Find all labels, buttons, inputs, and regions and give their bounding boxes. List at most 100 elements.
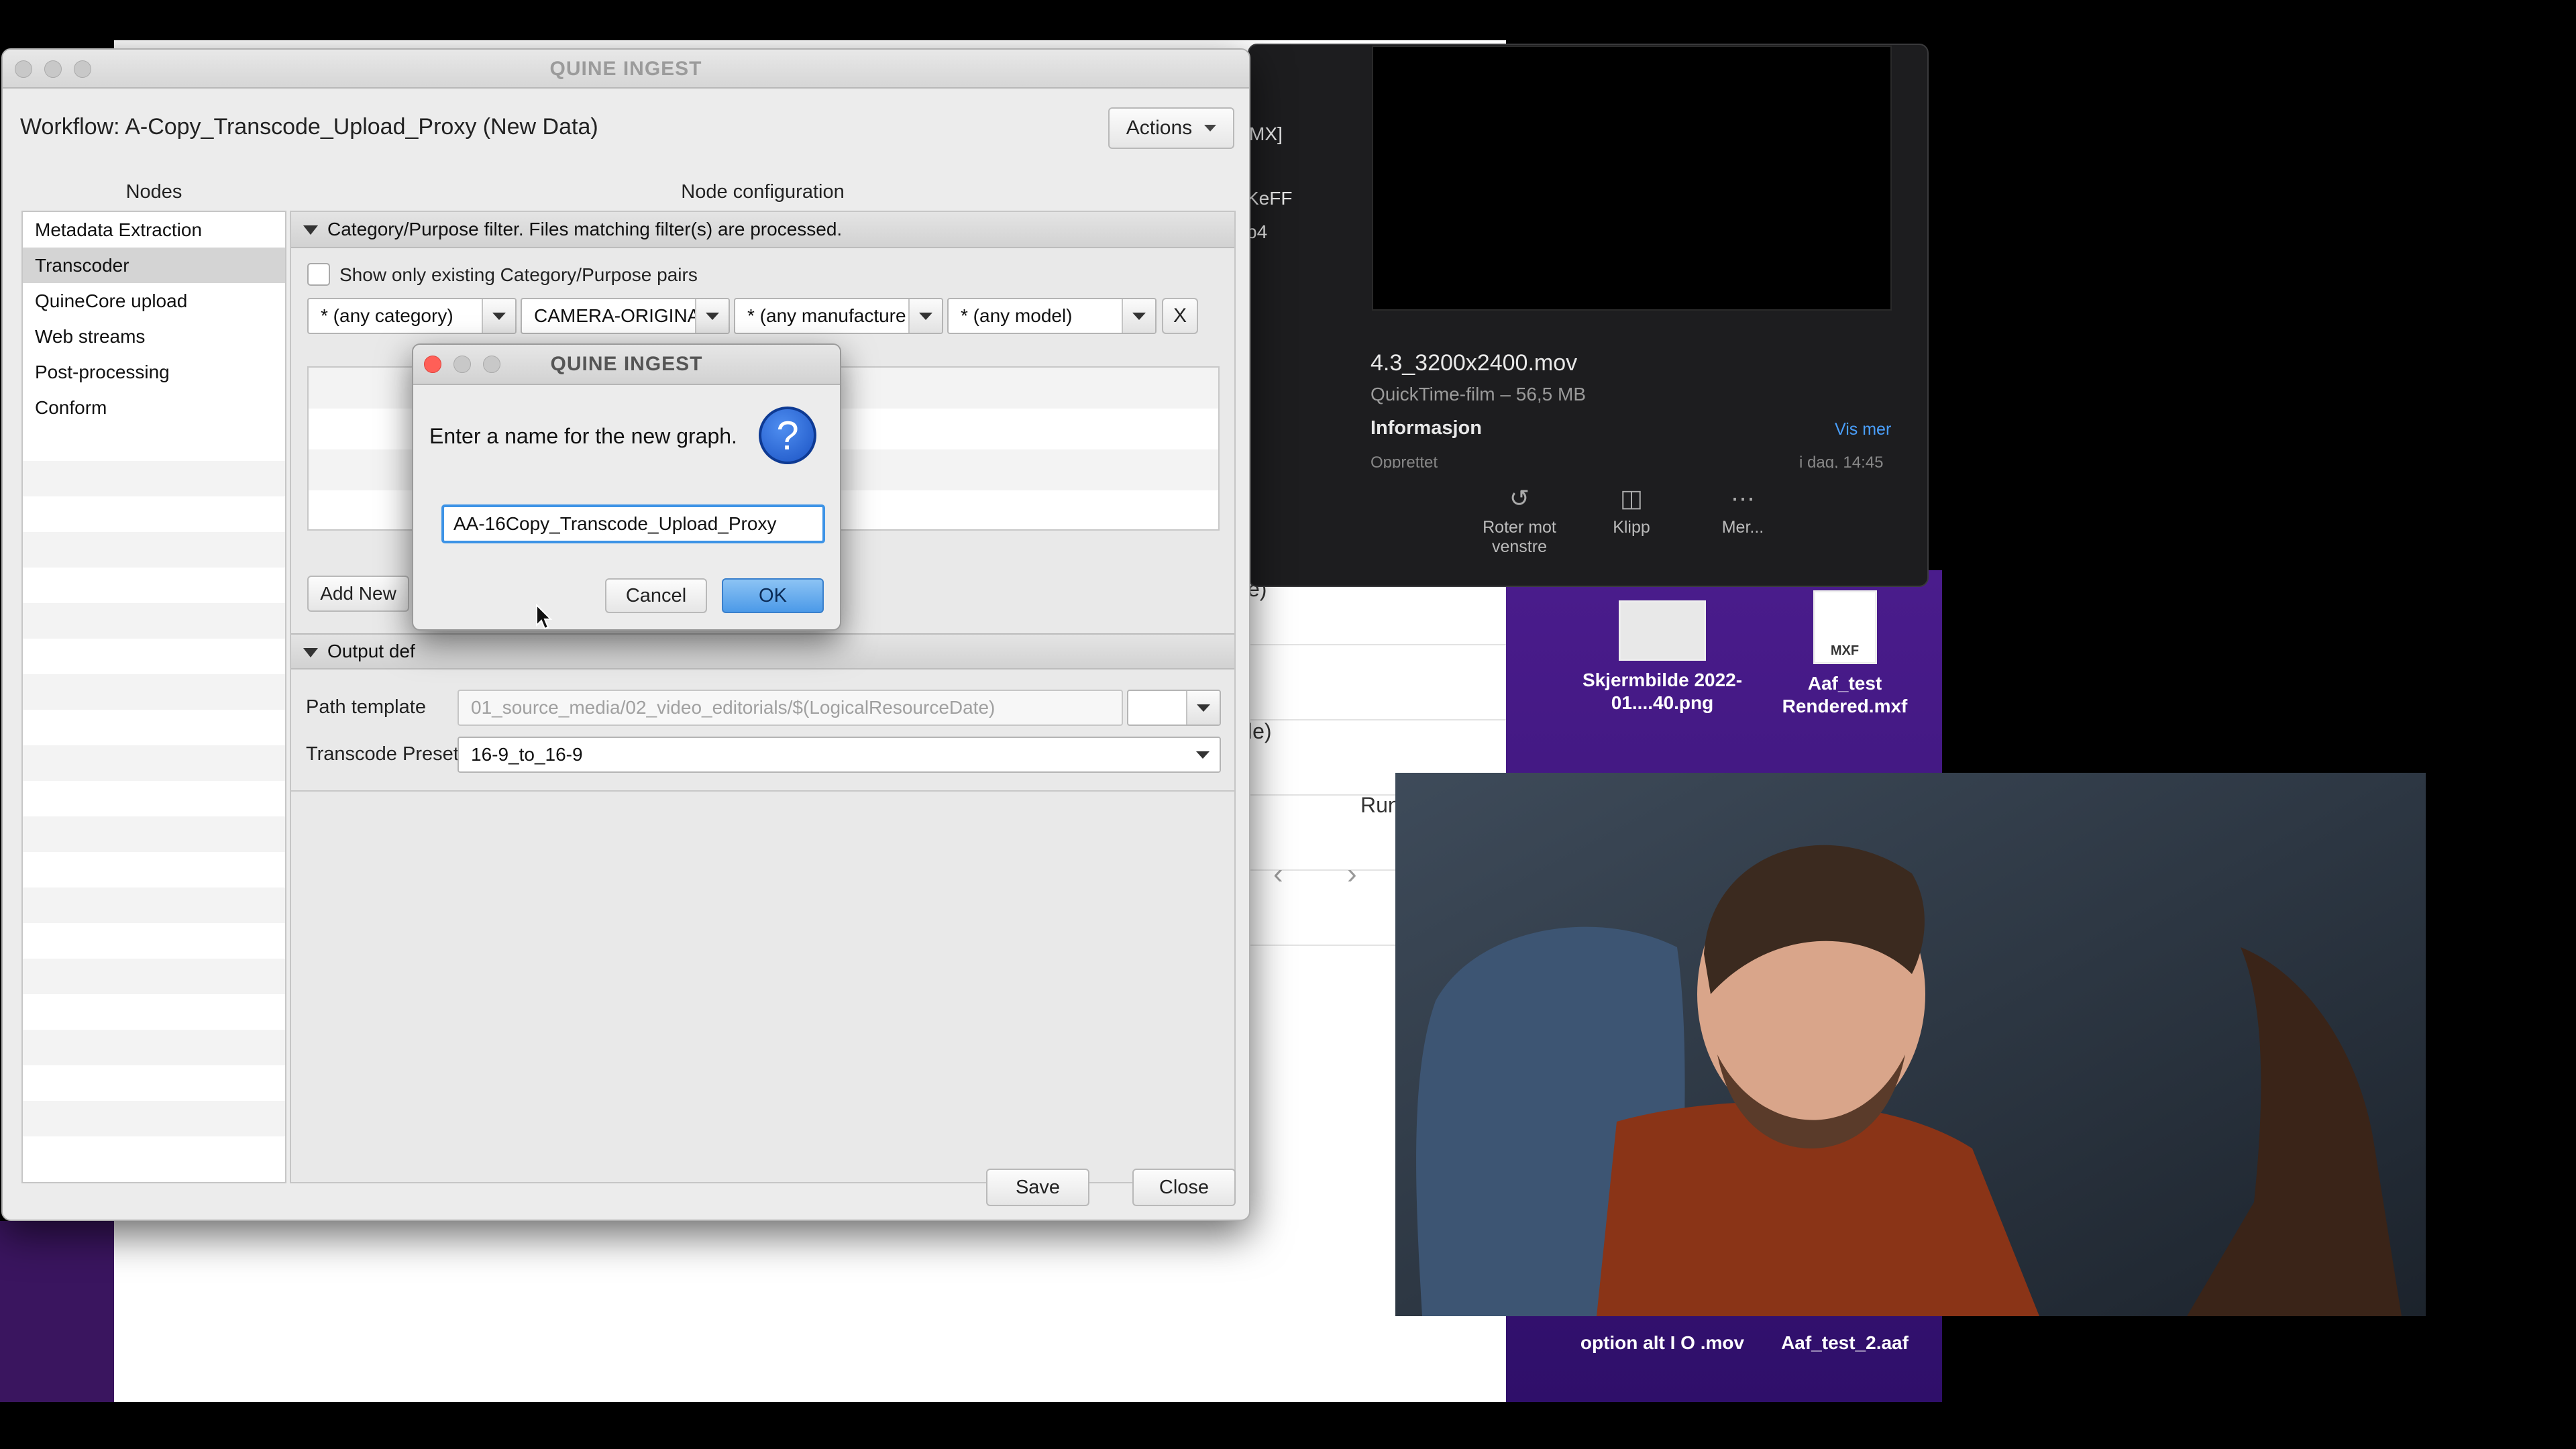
rotate-left-icon: ↺ (1509, 484, 1530, 512)
forward-arrow-icon[interactable]: › (1347, 857, 1357, 891)
trim-label: Klipp (1613, 518, 1650, 537)
desktop-file-name: Aaf_test_2.aaf (1781, 1332, 1909, 1353)
window-title: QUINE INGEST (549, 58, 702, 80)
manufacturer-select[interactable]: * (any manufacture (734, 298, 943, 334)
desktop-file-name: Aaf_test Rendered.mxf (1782, 673, 1908, 716)
desktop-file[interactable]: MXF Aaf_test Rendered.mxf (1744, 590, 1945, 718)
back-arrow-icon[interactable]: ‹ (1273, 857, 1283, 891)
model-value: * (any model) (961, 305, 1073, 326)
desktop-file[interactable]: Aaf_test_2.aaf (1744, 1332, 1945, 1354)
preview-file-name: 4.3_3200x2400.mov (1371, 350, 1578, 376)
preview-file-type: QuickTime-film – 56,5 MB (1371, 384, 1587, 405)
path-template-label: Path template (306, 696, 426, 718)
nodes-header: Nodes (125, 181, 182, 203)
run-text[interactable]: Run (1360, 793, 1400, 818)
window-titlebar: QUINE INGEST (3, 50, 1249, 89)
screenshot-thumbnail (1619, 600, 1706, 661)
workflow-label: Workflow: A-Copy_Transcode_Upload_Proxy … (20, 114, 598, 140)
graph-name-input[interactable] (441, 504, 825, 543)
empty-list-rows (23, 425, 285, 1136)
trim-icon: ◫ (1619, 484, 1643, 512)
created-value: i dag, 14:45 (1799, 453, 1884, 468)
node-item-metadata-extraction[interactable]: Metadata Extraction (23, 212, 285, 248)
model-select[interactable]: * (any model) (947, 298, 1157, 334)
cancel-label: Cancel (625, 584, 687, 606)
path-template-field[interactable]: 01_source_media/02_video_editorials/$(Lo… (458, 690, 1123, 726)
chevron-down-icon (482, 299, 515, 333)
dialog-prompt: Enter a name for the new graph. (429, 424, 737, 448)
question-icon: ? (759, 407, 816, 464)
save-button[interactable]: Save (986, 1169, 1089, 1206)
output-section-header[interactable]: Output def (291, 633, 1234, 669)
new-graph-dialog: QUINE INGEST Enter a name for the new gr… (412, 343, 841, 631)
more-link[interactable]: Vis mer (1835, 420, 1891, 439)
video-preview[interactable] (1372, 46, 1892, 311)
transcode-preset-value: 16-9_to_16-9 (471, 744, 583, 765)
chevron-down-icon (1186, 738, 1220, 771)
section-divider (291, 790, 1234, 792)
node-item-quinecore-upload[interactable]: QuineCore upload (23, 283, 285, 319)
node-item-post-processing[interactable]: Post-processing (23, 354, 285, 390)
node-item-transcoder[interactable]: Transcoder (23, 248, 285, 283)
purpose-select[interactable]: CAMERA-ORIGINA (521, 298, 730, 334)
manufacturer-value: * (any manufacture (747, 305, 906, 326)
quine-ingest-window: QUINE INGEST Workflow: A-Copy_Transcode_… (1, 48, 1250, 1221)
created-label: Opprettet (1371, 453, 1438, 468)
dialog-title: QUINE INGEST (550, 353, 703, 375)
save-label: Save (1015, 1176, 1061, 1198)
ok-label: OK (759, 584, 787, 606)
background-text: le) (1248, 719, 1272, 743)
chevron-down-icon (908, 299, 942, 333)
cancel-button[interactable]: Cancel (605, 578, 707, 613)
rotate-left-label: Roter mot venstre (1483, 518, 1556, 556)
transcode-preset-select[interactable]: 16-9_to_16-9 (458, 737, 1221, 773)
output-section-title: Output def (327, 641, 415, 661)
more-label: Mer... (1721, 518, 1764, 537)
actions-label: Actions (1126, 117, 1193, 139)
close-button[interactable]: Close (1132, 1169, 1236, 1206)
path-template-dropdown[interactable] (1127, 690, 1221, 726)
nodes-list: Metadata Extraction Transcoder QuineCore… (21, 211, 286, 1183)
chevron-down-icon (1204, 125, 1217, 131)
transcode-preset-label: Transcode Preset (306, 743, 459, 765)
node-item-web-streams[interactable]: Web streams (23, 319, 285, 354)
path-template-value: 01_source_media/02_video_editorials/$(Lo… (471, 697, 996, 718)
ok-button[interactable]: OK (722, 578, 824, 613)
webcam-video-overlay (1395, 773, 2426, 1316)
desktop-file[interactable]: Skjermbilde 2022-01....40.png (1562, 600, 1763, 714)
side-fragment: KeFF (1246, 188, 1293, 209)
chevron-down-icon (695, 299, 729, 333)
more-button[interactable]: ⋯ Mer... (1689, 484, 1796, 537)
actions-button[interactable]: Actions (1108, 107, 1234, 149)
node-item-conform[interactable]: Conform (23, 390, 285, 425)
existing-pairs-checkbox[interactable] (307, 263, 330, 286)
mouse-cursor-icon (536, 604, 553, 630)
chevron-down-icon (1186, 691, 1220, 724)
close-label: Close (1159, 1176, 1210, 1198)
desktop-background-left (0, 1221, 114, 1402)
node-config-header: Node configuration (681, 181, 845, 203)
category-select[interactable]: * (any category) (307, 298, 517, 334)
filter-section-header[interactable]: Category/Purpose filter. Files matching … (291, 212, 1234, 248)
filter-section-title: Category/Purpose filter. Files matching … (327, 219, 843, 239)
rotate-left-button[interactable]: ↺ Roter mot venstre (1466, 484, 1573, 557)
webcam-scene (1395, 773, 2426, 1316)
mxf-badge: MXF (1830, 643, 1860, 658)
question-glyph: ? (776, 413, 799, 458)
add-new-label: Add New (320, 583, 396, 604)
purpose-value: CAMERA-ORIGINA (534, 305, 700, 326)
dialog-titlebar: QUINE INGEST (413, 345, 840, 385)
chevron-down-icon (1122, 299, 1155, 333)
existing-pairs-label: Show only existing Category/Purpose pair… (339, 264, 698, 285)
info-heading: Informasjon (1371, 417, 1482, 439)
more-icon: ⋯ (1731, 484, 1755, 512)
remove-filter-button[interactable]: X (1162, 298, 1198, 334)
desktop-file-name: option alt I O .mov (1580, 1332, 1745, 1353)
mxf-file-icon: MXF (1813, 590, 1877, 664)
trim-button[interactable]: ◫ Klipp (1578, 484, 1685, 537)
disclosure-triangle-icon (303, 648, 318, 657)
desktop-file[interactable]: option alt I O .mov (1562, 1332, 1763, 1354)
side-fragment: MX] (1249, 123, 1283, 144)
category-value: * (any category) (321, 305, 453, 326)
add-new-button[interactable]: Add New (307, 576, 409, 612)
